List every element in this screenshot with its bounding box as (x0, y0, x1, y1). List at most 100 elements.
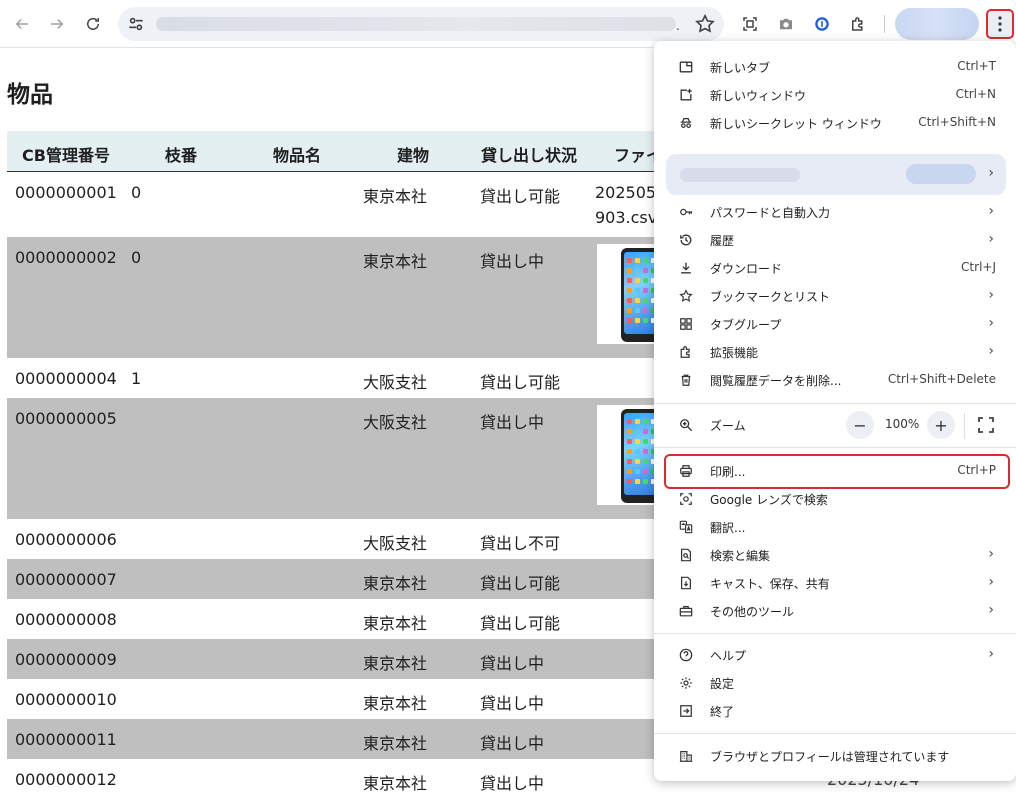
cell-building: 東京本社 (363, 187, 428, 206)
chevron-right-icon: › (988, 602, 994, 618)
menu-item-extensions[interactable]: 拡張機能 › (654, 338, 1016, 366)
menu-item-downloads[interactable]: ダウンロード Ctrl+J (654, 254, 1016, 282)
cell-status: 貸出し中 (480, 252, 545, 271)
menu-item-passwords[interactable]: パスワードと自動入力 › (654, 198, 1016, 226)
chevron-right-icon: › (988, 165, 994, 181)
cell-status: 貸出し中 (480, 774, 545, 793)
menu-item-managed[interactable]: ブラウザとプロフィールは管理されています (654, 742, 1016, 770)
chevron-right-icon: › (988, 287, 994, 303)
site-settings-icon[interactable] (126, 14, 146, 34)
cell-id: 0000000009 (15, 650, 117, 669)
camera-icon[interactable] (772, 10, 800, 38)
menu-label: 新しいシークレット ウィンドウ (710, 117, 882, 131)
menu-label: 検索と編集 (710, 549, 771, 563)
menu-item-exit[interactable]: 終了 (654, 697, 1016, 725)
zoom-in-button[interactable]: + (927, 411, 955, 439)
menu-item-new-tab[interactable]: 新しいタブ Ctrl+T (654, 53, 1016, 81)
menu-label: 設定 (710, 677, 735, 691)
fullscreen-icon[interactable] (976, 415, 996, 435)
menu-separator (654, 633, 1016, 634)
menu-item-print[interactable]: 印刷... Ctrl+P (654, 457, 1016, 485)
menu-label: キャスト、保存、共有 (710, 577, 830, 591)
cell-status: 貸出し中 (480, 654, 545, 673)
printer-icon (678, 463, 694, 479)
tab-groups-icon (678, 316, 694, 332)
menu-item-incognito[interactable]: 新しいシークレット ウィンドウ Ctrl+Shift+N (654, 109, 1016, 137)
extensions-puzzle-icon[interactable] (844, 10, 872, 38)
zoom-level: 100% (885, 417, 920, 431)
menu-shortcut: Ctrl+P (957, 463, 996, 477)
bookmark-star-icon[interactable] (694, 13, 716, 35)
menu-label: パスワードと自動入力 (710, 206, 831, 220)
menu-shortcut: Ctrl+N (955, 87, 996, 101)
address-bar[interactable]: . (118, 7, 724, 41)
cell-building: 大阪支社 (363, 534, 428, 553)
screen-capture-icon[interactable] (736, 10, 764, 38)
zoom-divider (964, 413, 965, 439)
menu-label: 終了 (710, 705, 735, 719)
profile-button[interactable] (895, 8, 979, 40)
managed-building-icon (678, 748, 694, 764)
forward-arrow-icon[interactable] (43, 10, 71, 38)
menu-item-new-window[interactable]: 新しいウィンドウ Ctrl+N (654, 81, 1016, 109)
cell-status: 貸出し可能 (480, 373, 561, 392)
menu-item-find-edit[interactable]: 検索と編集 › (654, 541, 1016, 569)
profile-name-redacted (680, 168, 800, 182)
menu-item-translate[interactable]: 翻訳... (654, 513, 1016, 541)
menu-label: Google レンズで検索 (710, 493, 828, 507)
cell-id: 0000000010 (15, 690, 117, 709)
menu-item-help[interactable]: ヘルプ › (654, 641, 1016, 669)
menu-item-tab-groups[interactable]: タブグループ › (654, 310, 1016, 338)
menu-shortcut: Ctrl+Shift+N (918, 115, 996, 129)
menu-item-settings[interactable]: 設定 (654, 669, 1016, 697)
cell-status: 貸出し不可 (480, 534, 561, 553)
back-arrow-icon[interactable] (8, 10, 36, 38)
cell-status: 貸出し中 (480, 734, 545, 753)
menu-label: 拡張機能 (710, 346, 759, 360)
cell-id: 0000000011 (15, 730, 117, 749)
cell-id: 0000000012 (15, 770, 117, 789)
lens-icon (678, 491, 694, 507)
menu-item-bookmarks[interactable]: ブックマークとリスト › (654, 282, 1016, 310)
kebab-menu-icon[interactable] (986, 9, 1014, 39)
menu-item-zoom: ズーム − 100% + (654, 411, 1016, 439)
chevron-right-icon: › (988, 231, 994, 247)
cell-status: 貸出し可能 (480, 614, 561, 633)
reload-icon[interactable] (79, 10, 107, 38)
menu-label: 新しいタブ (710, 61, 771, 75)
col-cb-number: CB管理番号 (22, 146, 110, 165)
cell-status: 貸出し中 (480, 694, 545, 713)
menu-label: ブックマークとリスト (710, 290, 831, 304)
cell-id: 0000000002 (15, 248, 117, 267)
chevron-right-icon: › (988, 546, 994, 562)
exit-icon (678, 703, 694, 719)
col-lending-status: 貸し出し状況 (481, 146, 578, 165)
new-tab-icon (678, 59, 694, 75)
menu-item-more-tools[interactable]: その他のツール › (654, 597, 1016, 625)
menu-item-cast-save-share[interactable]: キャスト、保存、共有 › (654, 569, 1016, 597)
star-icon (678, 288, 694, 304)
cell-building: 東京本社 (363, 694, 428, 713)
cell-building: 東京本社 (363, 774, 428, 793)
zoom-out-button[interactable]: − (846, 411, 874, 439)
menu-item-history[interactable]: 履歴 › (654, 226, 1016, 254)
menu-item-google-lens[interactable]: Google レンズで検索 (654, 485, 1016, 513)
key-icon (678, 204, 694, 220)
menu-label: 翻訳... (710, 521, 746, 535)
cell-building: 東京本社 (363, 574, 428, 593)
menu-label: 新しいウィンドウ (710, 89, 807, 103)
help-icon (678, 647, 694, 663)
cell-status: 貸出し可能 (480, 187, 561, 206)
translate-icon (678, 519, 694, 535)
password-manager-icon[interactable] (808, 10, 836, 38)
chevron-right-icon: › (988, 315, 994, 331)
cell-file-line2[interactable]: 903.csv (595, 208, 657, 227)
chevron-right-icon: › (988, 203, 994, 219)
menu-item-clear-data[interactable]: 閲覧履歴データを削除... Ctrl+Shift+Delete (654, 366, 1016, 394)
cell-status: 貸出し中 (480, 413, 545, 432)
cell-building: 大阪支社 (363, 373, 428, 392)
profile-row[interactable]: › (666, 154, 1006, 195)
col-building: 建物 (397, 146, 430, 165)
url-redacted (156, 17, 676, 31)
url-dot: . (676, 19, 680, 33)
